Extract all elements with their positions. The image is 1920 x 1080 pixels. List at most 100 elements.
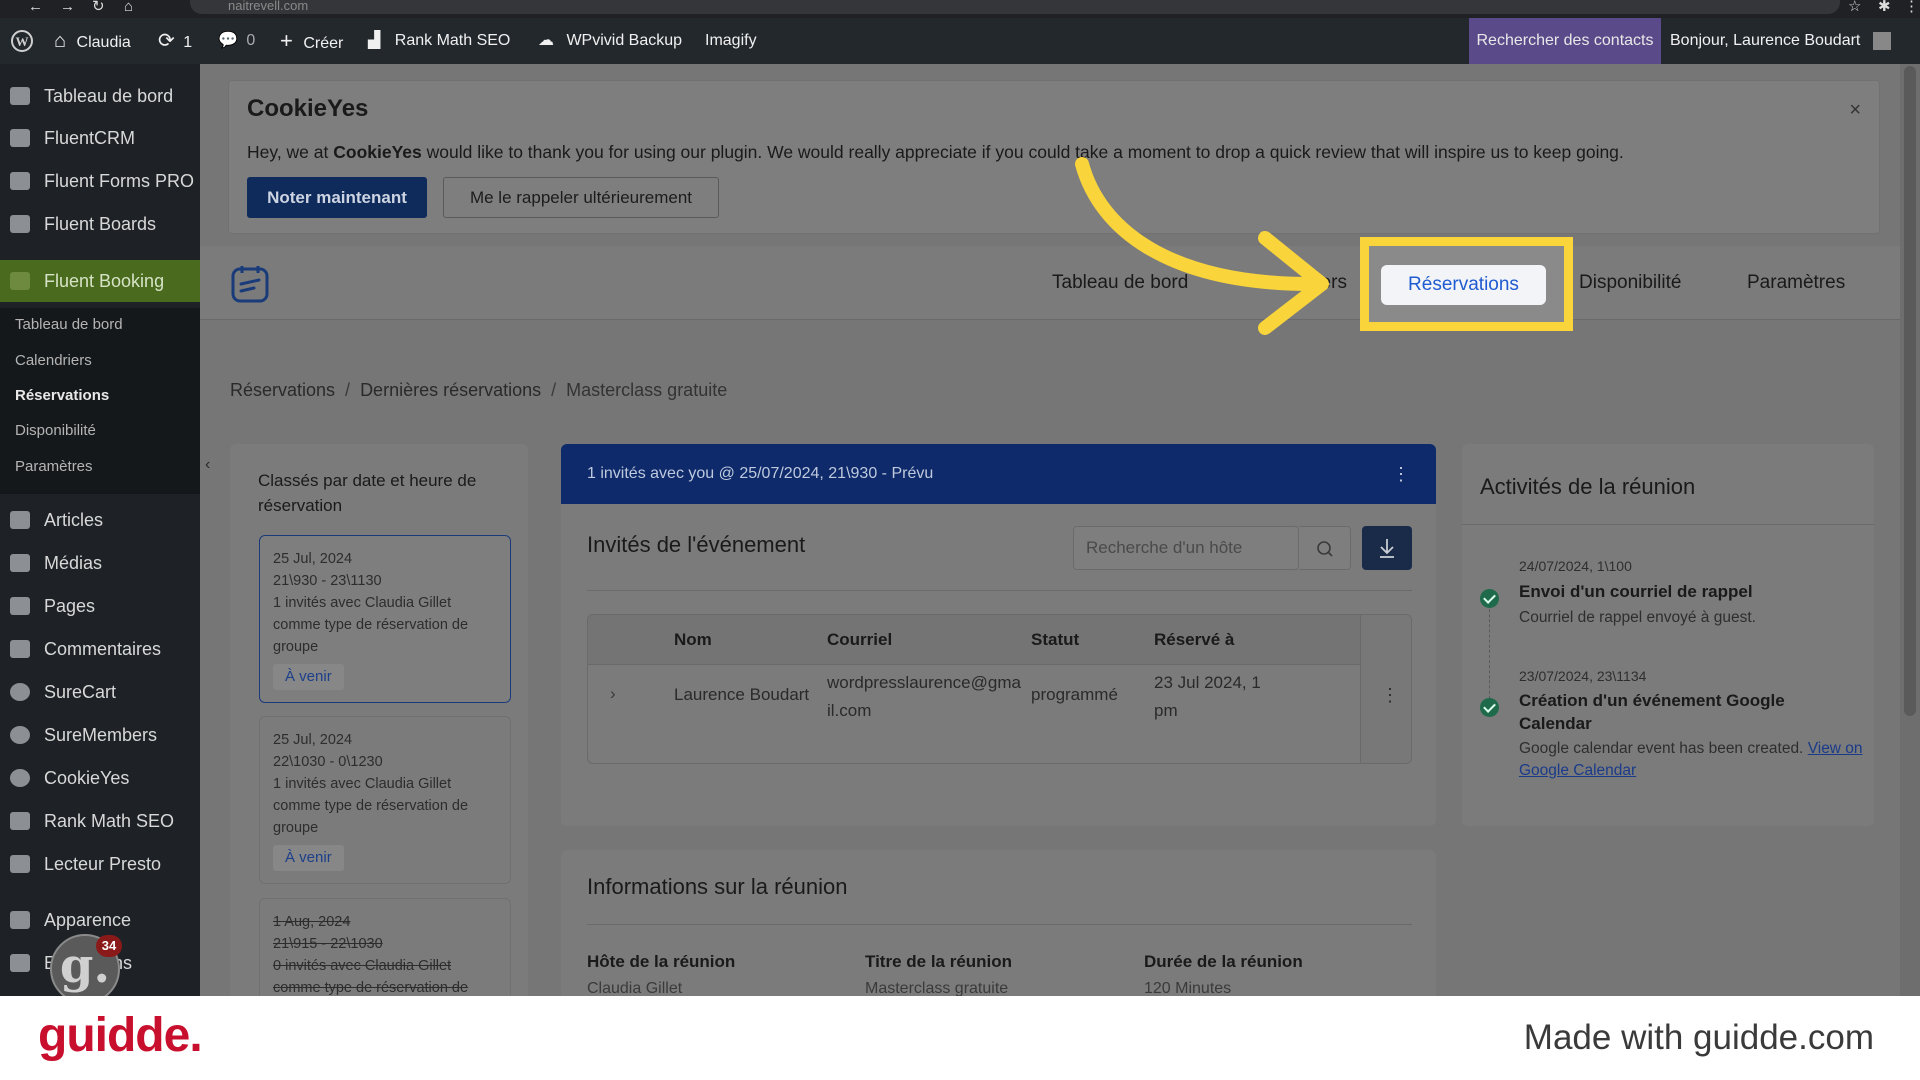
account-greeting[interactable]: Bonjour, Laurence Boudart — [1670, 18, 1891, 64]
sidebar-item-label: Tableau de bord — [44, 86, 174, 106]
meeting-host-label: Hôte de la réunion — [587, 952, 736, 971]
submenu-item-calendars[interactable]: Calendriers — [15, 352, 92, 369]
sidebar-item-label: SureMembers — [44, 725, 158, 745]
site-home-link[interactable]: ⌂ Claudia — [54, 18, 131, 64]
booking-description: 1 invités avec Claudia Gillet comme type… — [273, 595, 469, 655]
site-name: Claudia — [76, 34, 131, 51]
home-icon[interactable]: ⌂ — [124, 0, 133, 14]
fluentcrm-icon — [10, 129, 30, 147]
meeting-activity-panel: Activités de la réunion 24/07/2024, 1\10… — [1462, 444, 1874, 826]
close-icon[interactable]: × — [1849, 99, 1861, 122]
comments-link[interactable]: 💬 0 — [218, 18, 255, 64]
bookmark-star-icon[interactable]: ☆ — [1848, 0, 1861, 14]
sidebar-item-appearance[interactable]: Apparence — [0, 902, 200, 938]
sidebar-item-comments[interactable]: Commentaires — [0, 631, 200, 667]
submenu-item-availability[interactable]: Disponibilité — [15, 422, 96, 439]
activity-description: Courriel de rappel envoyé à guest. — [1519, 609, 1756, 626]
fluent-booking-logo-icon[interactable] — [230, 264, 270, 309]
download-button[interactable] — [1362, 526, 1412, 570]
sidebar-item-dashboard[interactable]: Tableau de bord — [0, 78, 200, 114]
remind-later-button[interactable]: Me le rappeler ultérieurement — [443, 177, 719, 218]
cookieyes-notice: CookieYes Hey, we at CookieYes would lik… — [228, 80, 1880, 234]
collapse-chevron-icon[interactable]: ‹ — [205, 456, 210, 474]
updates-count: 1 — [183, 34, 193, 51]
booking-card[interactable]: 25 Jul, 2024 21\930 - 23\1130 1 invités … — [259, 535, 511, 703]
sidebar-item-media[interactable]: Médias — [0, 545, 200, 581]
more-options-icon[interactable]: ⋮ — [1392, 444, 1410, 504]
bookings-list-title: Classés par date et heure de réservation — [258, 471, 477, 515]
suremembers-icon — [10, 726, 30, 744]
search-button[interactable] — [1299, 526, 1351, 570]
admin-bar: W ⌂ Claudia ⟳ 1 💬 0 + Créer ▟ Rank Math … — [0, 18, 1920, 64]
submenu-item-reservations[interactable]: Réservations — [15, 387, 109, 404]
sidebar-item-pages[interactable]: Pages — [0, 588, 200, 624]
sidebar-item-fluent-forms[interactable]: Fluent Forms PRO — [0, 163, 200, 199]
browser-toolbar: ← → ↻ ⌂ naitrevell.com ☆ ✱ ⋮ — [0, 0, 1920, 18]
extensions-icon[interactable]: ✱ — [1878, 0, 1891, 14]
rate-now-button[interactable]: Noter maintenant — [247, 177, 427, 218]
address-bar[interactable]: naitrevell.com — [190, 0, 1840, 14]
nav-settings[interactable]: Paramètres — [1747, 246, 1845, 320]
rankmath-link[interactable]: ▟ Rank Math SEO — [368, 18, 510, 64]
submenu-item-dashboard[interactable]: Tableau de bord — [15, 316, 123, 333]
imagify-link[interactable]: Imagify — [705, 18, 757, 64]
updates-link[interactable]: ⟳ 1 — [158, 18, 192, 64]
column-email: Courriel — [827, 630, 893, 649]
activity-description: Google calendar event has been created. … — [1519, 738, 1864, 782]
scrollbar-thumb[interactable] — [1904, 66, 1916, 716]
guest-email: wordpresslaurence@gma — [827, 673, 1021, 692]
plugin-icon — [10, 954, 30, 972]
host-search-input[interactable]: Recherche d'un hôte — [1073, 526, 1299, 570]
submenu-item-settings[interactable]: Paramètres — [15, 458, 93, 475]
sidebar-item-surecart[interactable]: SureCart — [0, 674, 200, 710]
sidebar-item-label: Apparence — [44, 910, 132, 930]
breadcrumb-separator: / — [345, 380, 351, 400]
guidde-footer: guidde. Made with guidde.com — [0, 996, 1920, 1080]
row-more-options-icon[interactable]: ⋮ — [1381, 685, 1399, 706]
made-with-text: Made with guidde.com — [1523, 1018, 1874, 1057]
sidebar-item-presto[interactable]: Lecteur Presto — [0, 846, 200, 882]
booking-time: 22\1030 - 0\1230 — [273, 754, 383, 770]
sidebar-item-cookieyes[interactable]: CookieYes — [0, 760, 200, 796]
expand-chevron-icon[interactable]: › — [610, 680, 616, 708]
media-icon — [10, 554, 30, 572]
wpvivid-link[interactable]: ☁ WPvivid Backup — [538, 18, 682, 64]
sidebar-item-label: Lecteur Presto — [44, 854, 162, 874]
forward-icon[interactable]: → — [60, 0, 75, 14]
breadcrumb-reservations[interactable]: Réservations — [230, 380, 335, 400]
sidebar-item-fluentcrm[interactable]: FluentCRM — [0, 120, 200, 156]
rankmath-icon — [10, 812, 30, 830]
back-icon[interactable]: ← — [28, 0, 43, 14]
notice-text-end: would like to thank you for using our pl… — [421, 142, 1624, 162]
cookie-notice-text: Hey, we at CookieYes would like to thank… — [247, 142, 1624, 163]
guests-table: Nom Courriel Statut Réservé à › Laurence… — [587, 614, 1412, 764]
sidebar-item-fluent-booking[interactable]: Fluent Booking — [0, 260, 200, 302]
sidebar-item-fluent-boards[interactable]: Fluent Boards — [0, 206, 200, 242]
breadcrumb-latest[interactable]: Dernières réservations — [360, 380, 541, 400]
activity-heading: Création d'un événement Google Calendar — [1519, 691, 1785, 733]
create-new-link[interactable]: + Créer — [280, 18, 343, 64]
search-contacts-button[interactable]: Rechercher des contacts — [1469, 18, 1661, 64]
browser-menu-icon[interactable]: ⋮ — [1904, 0, 1919, 14]
page-scrollbar[interactable] — [1900, 64, 1920, 996]
breadcrumb: Réservations / Dernières réservations / Mast… — [230, 380, 727, 401]
sidebar-item-rankmath[interactable]: Rank Math SEO — [0, 803, 200, 839]
nav-availability[interactable]: Disponibilité — [1579, 246, 1681, 320]
booking-icon — [10, 272, 30, 290]
activity-title: Activités de la réunion — [1480, 474, 1696, 499]
sidebar-item-suremembers[interactable]: SureMembers — [0, 717, 200, 753]
comments-icon — [10, 640, 30, 658]
cloud-icon: ☁ — [538, 32, 554, 49]
column-booked-at: Réservé à — [1154, 630, 1235, 649]
nav-reservations[interactable]: Réservations — [1381, 265, 1546, 305]
guest-email-cont: il.com — [827, 701, 872, 720]
meeting-info-title: Informations sur la réunion — [587, 874, 848, 899]
wordpress-logo-icon[interactable]: W — [10, 18, 34, 64]
reload-icon[interactable]: ↻ — [92, 0, 105, 14]
sidebar-item-label: Fluent Boards — [44, 214, 157, 234]
booking-card[interactable]: 25 Jul, 2024 22\1030 - 0\1230 1 invités … — [259, 716, 511, 884]
sidebar-item-articles[interactable]: Articles — [0, 502, 200, 538]
booking-description: 0 invités avec Claudia Gillet comme type… — [273, 958, 469, 996]
sidebar-item-label: Fluent Booking — [44, 271, 165, 291]
activity-heading: Envoi d'un courriel de rappel — [1519, 582, 1753, 601]
